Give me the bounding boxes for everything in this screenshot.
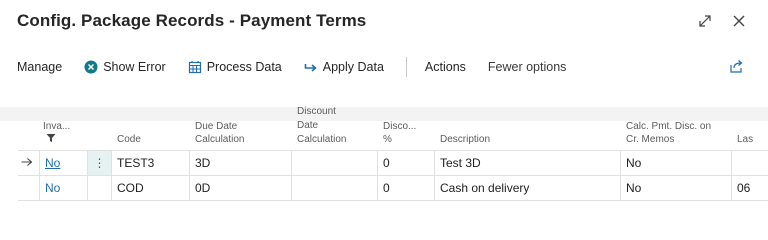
cell-calc-pmt-disc[interactable]: No <box>621 151 732 175</box>
cell-description[interactable]: Test 3D <box>435 151 621 175</box>
cell-last[interactable]: 06 <box>732 176 768 200</box>
process-data-button[interactable]: Process Data <box>188 60 282 74</box>
header-calc-pmt-disc-2: Cr. Memos <box>626 134 675 145</box>
filter-icon[interactable] <box>46 133 56 146</box>
header-calc-pmt-disc-1[interactable]: Calc. Pmt. Disc. on <box>626 121 711 132</box>
header-due-date-calc-1[interactable]: Due Date <box>195 121 237 132</box>
process-data-icon <box>188 61 201 74</box>
expand-icon[interactable] <box>696 12 714 30</box>
cell-description[interactable]: Cash on delivery <box>435 176 621 200</box>
cell-code[interactable]: TEST3 <box>112 151 190 175</box>
header-discount-pct-2: % <box>383 134 392 145</box>
window-controls <box>696 12 748 30</box>
header-last[interactable]: Las <box>737 134 753 145</box>
share-icon[interactable] <box>729 59 744 77</box>
actions-menu[interactable]: Actions <box>425 60 466 74</box>
header-code[interactable]: Code <box>117 134 141 145</box>
header-description[interactable]: Description <box>440 134 490 145</box>
fewer-options-button[interactable]: Fewer options <box>488 60 567 74</box>
process-data-label: Process Data <box>206 60 282 74</box>
cell-discount-date[interactable] <box>292 176 378 200</box>
row-menu-icon[interactable]: ⋮ <box>88 151 112 175</box>
cell-discount-pct[interactable]: 0 <box>378 151 435 175</box>
header-due-date-calc-2: Calculation <box>195 134 245 145</box>
cell-discount-date[interactable] <box>292 151 378 175</box>
invalid-link[interactable]: No <box>45 156 60 170</box>
page-title: Config. Package Records - Payment Terms <box>17 11 367 30</box>
row-arrow-icon <box>18 151 40 175</box>
table-row[interactable]: No COD 0D 0 Cash on delivery No 06 <box>18 176 768 201</box>
header-discount-date-2: Date <box>297 120 319 131</box>
row-menu-slot[interactable] <box>88 176 112 200</box>
table-row[interactable]: No ⋮ TEST3 3D 0 Test 3D No <box>18 151 768 176</box>
cell-due-date[interactable]: 0D <box>190 176 292 200</box>
cell-discount-pct[interactable]: 0 <box>378 176 435 200</box>
cell-invalid[interactable]: No <box>40 176 88 200</box>
row-selector[interactable] <box>18 176 40 200</box>
toolbar-divider <box>405 57 407 77</box>
header-discount-date-3: Calculation <box>297 134 347 145</box>
cell-last[interactable] <box>732 151 768 175</box>
cell-calc-pmt-disc[interactable]: No <box>621 176 732 200</box>
error-icon <box>84 60 98 74</box>
header-invalid[interactable]: Inva... <box>43 121 70 132</box>
show-error-button[interactable]: Show Error <box>84 60 166 74</box>
apply-data-button[interactable]: Apply Data <box>304 60 384 74</box>
header-discount-pct-1[interactable]: Disco... <box>383 121 416 132</box>
apply-arrow-icon <box>304 64 317 72</box>
cell-due-date[interactable]: 3D <box>190 151 292 175</box>
manage-tab[interactable]: Manage <box>17 60 62 74</box>
header-discount-date-1[interactable]: Discount <box>297 106 336 117</box>
records-grid: Inva... Code Due Date Calculation Discou… <box>18 95 768 216</box>
apply-data-label: Apply Data <box>322 60 384 74</box>
cell-invalid[interactable]: No <box>40 151 88 175</box>
show-error-label: Show Error <box>103 60 166 74</box>
invalid-link[interactable]: No <box>45 181 60 195</box>
action-bar: Manage Show Error Process Data Apply Dat… <box>0 52 768 82</box>
cell-code[interactable]: COD <box>112 176 190 200</box>
close-icon[interactable] <box>730 12 748 30</box>
